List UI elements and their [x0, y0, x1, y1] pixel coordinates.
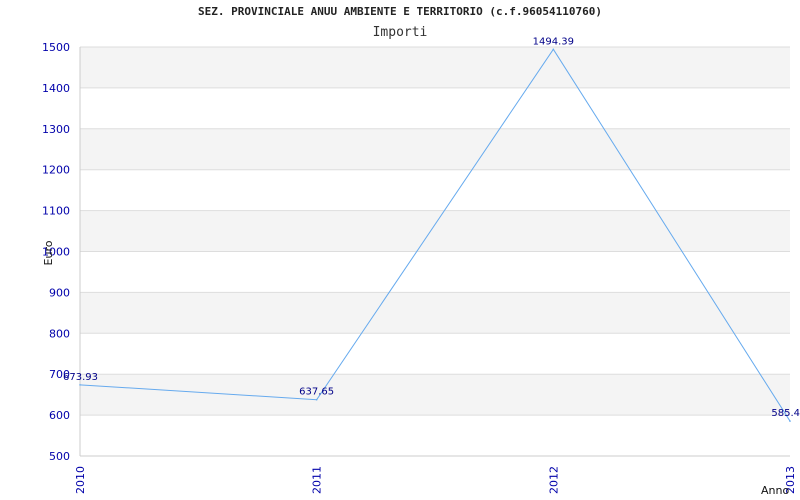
data-point — [315, 398, 318, 401]
y-tick-label: 1300 — [42, 123, 70, 136]
y-tick-label: 1200 — [42, 164, 70, 177]
grid-band — [80, 210, 790, 252]
data-point — [789, 420, 791, 422]
x-tick-labels: 2010 2011 2012 2013 — [74, 466, 797, 494]
data-label: 585.4 — [771, 408, 800, 419]
line-chart: 500600700800900100011001200130014001500 … — [42, 36, 800, 497]
y-tick-label: 1100 — [42, 205, 70, 218]
grid-bands — [80, 47, 790, 416]
x-tick-label: 2010 — [74, 466, 87, 494]
y-tick-label: 1400 — [42, 82, 70, 95]
x-axis-label: Anno — [761, 484, 789, 497]
y-tick-label: 900 — [49, 286, 70, 299]
data-point — [552, 48, 555, 51]
grid-band — [80, 292, 790, 334]
grid-band — [80, 374, 790, 416]
y-tick-label: 1500 — [42, 41, 70, 54]
y-tick-label: 500 — [49, 450, 70, 463]
grid-band — [80, 47, 790, 88]
data-label: 673.93 — [63, 372, 98, 383]
grid-band — [80, 128, 790, 170]
x-tick-label: 2011 — [311, 466, 324, 494]
data-point — [79, 384, 81, 386]
y-axis-label: Euro — [42, 240, 55, 265]
y-tick-label: 800 — [49, 327, 70, 340]
y-tick-label: 600 — [49, 409, 70, 422]
x-tick-label: 2012 — [547, 466, 560, 494]
data-label: 1494.39 — [533, 36, 574, 47]
data-label: 637.65 — [299, 387, 334, 398]
